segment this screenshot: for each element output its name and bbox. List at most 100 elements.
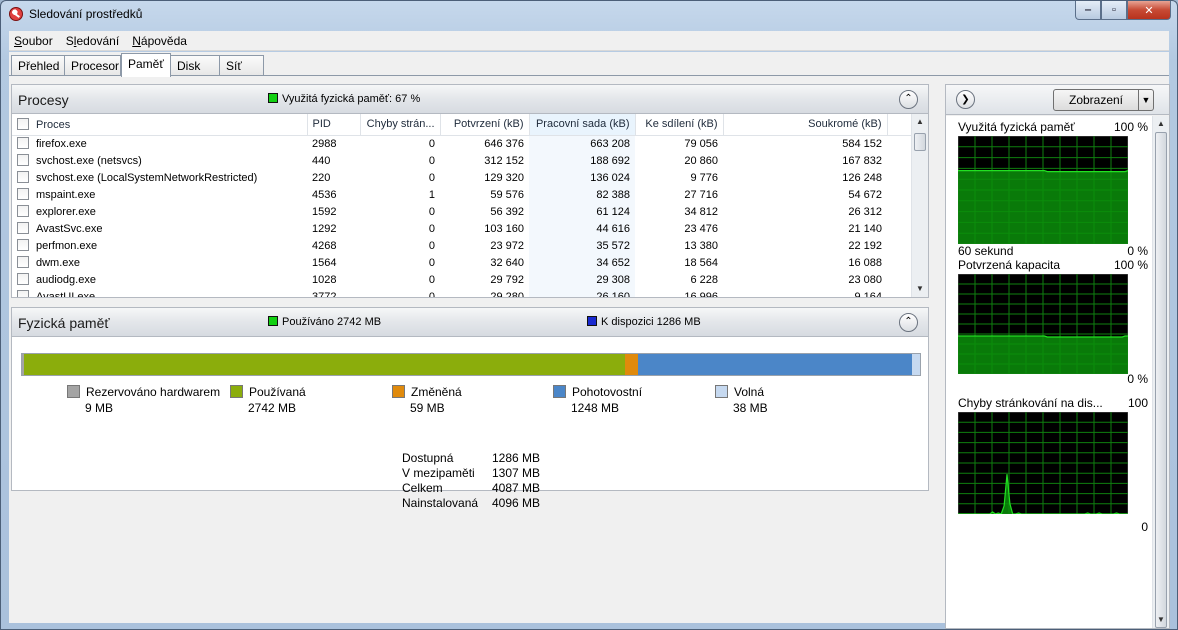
scroll-up-arrow[interactable]: ▲ (1153, 116, 1169, 132)
column-page-faults[interactable]: Chyby strán... (360, 114, 441, 136)
graph-min: 0 % (1127, 244, 1148, 258)
collapse-physical-button[interactable]: ⌃ (899, 313, 918, 332)
physical-memory-graph (958, 136, 1128, 244)
table-cell: 34 812 (684, 205, 718, 218)
row-checkbox[interactable] (17, 171, 29, 183)
tab-sit[interactable]: Síť (219, 55, 264, 76)
process-name: mspaint.exe (36, 189, 96, 201)
process-name: svchost.exe (netsvcs) (36, 155, 142, 167)
processes-header[interactable]: Procesy Využitá fyzická paměť: 67 % ⌃ (11, 84, 929, 114)
view-dropdown-arrow[interactable]: ▼ (1139, 89, 1154, 111)
process-name-cell[interactable]: svchost.exe (netsvcs) (12, 152, 307, 169)
process-name-cell[interactable]: dwm.exe (12, 254, 307, 271)
menu-soubor[interactable]: Soubor (9, 31, 58, 51)
process-name: firefox.exe (36, 138, 87, 151)
memory-bar-segment (638, 354, 912, 375)
menu-accel: N (132, 34, 141, 48)
legend-label: Volná (734, 385, 765, 399)
memory-stats: Dostupná 1286 MB V mezipaměti 1307 MB Celk… (402, 451, 540, 511)
collapse-processes-button[interactable]: ⌃ (899, 90, 918, 109)
table-cell: 35 572 (529, 237, 635, 254)
table-row[interactable]: dwm.exe 1564 0 32 640 34 652 18 564 16 088 (12, 254, 914, 271)
graph-max: 100 % (1113, 120, 1148, 134)
table-row[interactable]: svchost.exe (netsvcs) 440 0 312 152 188 692 2… (12, 152, 914, 169)
process-name-cell[interactable]: svchost.exe (LocalSystemNetworkRestricte… (12, 169, 307, 186)
table-cell: 6 228 (690, 273, 718, 286)
legend-value: 38 MB (733, 401, 768, 415)
column-shareable[interactable]: Ke sdílení (kB) (635, 114, 724, 136)
row-checkbox[interactable] (17, 239, 29, 251)
process-scrollbar[interactable]: ▲ ▼ (911, 114, 928, 297)
menu-sledovani[interactable]: Sledování (61, 31, 124, 51)
table-cell: 34 652 (529, 254, 635, 271)
row-checkbox[interactable] (17, 188, 29, 200)
tab-prehled[interactable]: Přehled (11, 55, 65, 76)
graph-area (958, 170, 1128, 244)
table-row[interactable]: mspaint.exe 4536 1 59 576 82 388 27 716 54 672 (12, 186, 914, 203)
physical-memory-panel: Rezervováno hardwarem 9 MB Používaná 274… (11, 337, 929, 510)
process-name: svchost.exe (LocalSystemNetworkRestricte… (36, 172, 258, 184)
menu-accel: S (14, 34, 23, 48)
table-row[interactable]: explorer.exe 1592 0 56 392 61 124 34 812 26 31… (12, 203, 914, 220)
physical-memory-header[interactable]: Fyzická paměť Používáno 2742 MB K dispoz… (11, 307, 929, 337)
process-name-cell[interactable]: firefox.exe (12, 135, 307, 152)
row-checkbox[interactable] (17, 256, 29, 268)
tab-procesor[interactable]: Procesor (64, 55, 121, 76)
process-name-cell[interactable]: AvastUI.exe (12, 288, 307, 297)
row-checkbox[interactable] (17, 290, 29, 297)
table-cell: 29 308 (529, 271, 635, 288)
minimize-button[interactable]: ‒ (1075, 1, 1101, 20)
table-cell: 61 124 (529, 203, 635, 220)
select-all-checkbox[interactable] (17, 117, 29, 130)
commit-charge-graph (958, 274, 1128, 374)
table-row[interactable]: AvastUI.exe 3772 0 29 280 26 160 16 996 9 164 (12, 288, 914, 298)
table-cell: 29 792 (490, 273, 524, 286)
view-button[interactable]: Zobrazení (1053, 89, 1139, 111)
close-button[interactable]: ✕ (1127, 1, 1171, 20)
process-name-cell[interactable]: mspaint.exe (12, 186, 307, 203)
menu-napoveda[interactable]: Nápověda (127, 31, 192, 51)
column-proces[interactable]: Proces (12, 114, 308, 136)
row-checkbox[interactable] (17, 154, 29, 166)
table-cell: 188 692 (529, 152, 635, 169)
column-working-set[interactable]: Pracovní sada (kB) (529, 114, 636, 136)
menu-label: oubor (22, 34, 53, 48)
tab-pamet[interactable]: Paměť (121, 53, 171, 77)
table-cell: 16 996 (684, 290, 718, 298)
expand-panel-button[interactable]: ❯ (956, 90, 975, 109)
maximize-button[interactable]: ▫ (1101, 1, 1127, 20)
title-bar: Sledování prostředků ‒ ▫ ✕ (1, 1, 1177, 29)
app-window: Sledování prostředků ‒ ▫ ✕ Soubor Sledov… (0, 0, 1178, 630)
process-name-cell[interactable]: AvastSvc.exe (12, 220, 307, 237)
processes-summary: Využitá fyzická paměť: 67 % (268, 93, 420, 105)
graph-panel-scrollbar[interactable]: ▲ ▼ (1152, 116, 1169, 628)
table-cell: 103 160 (484, 222, 524, 235)
table-row[interactable]: audiodg.exe 1028 0 29 792 29 308 6 228 23 080 (12, 271, 914, 288)
legend-label: Změněná (411, 385, 462, 399)
table-row[interactable]: perfmon.exe 4268 0 23 972 35 572 13 380 22 192 (12, 237, 914, 254)
table-row[interactable]: firefox.exe 2988 0 646 376 663 208 79 056 584 … (12, 135, 914, 152)
process-name-cell[interactable]: explorer.exe (12, 203, 307, 220)
column-commit[interactable]: Potvrzení (kB) (440, 114, 530, 136)
table-row[interactable]: svchost.exe (LocalSystemNetworkRestricte… (12, 169, 914, 186)
row-checkbox[interactable] (17, 137, 29, 150)
table-cell: 1564 (312, 256, 337, 269)
row-checkbox[interactable] (17, 205, 29, 217)
column-pid[interactable]: PID (307, 114, 361, 136)
row-checkbox[interactable] (17, 273, 29, 285)
tab-disk[interactable]: Disk (170, 55, 220, 76)
table-row[interactable]: AvastSvc.exe 1292 0 103 160 44 616 23 476 21 1… (12, 220, 914, 237)
scroll-thumb[interactable] (914, 133, 926, 151)
scroll-down-arrow[interactable]: ▼ (912, 281, 928, 297)
process-name-cell[interactable]: perfmon.exe (12, 237, 307, 254)
resource-monitor-icon (9, 7, 23, 21)
scroll-down-arrow[interactable]: ▼ (1153, 612, 1169, 628)
column-private[interactable]: Soukromé (kB) (723, 114, 888, 136)
scroll-thumb[interactable] (1155, 132, 1167, 628)
scroll-up-arrow[interactable]: ▲ (912, 114, 928, 130)
row-checkbox[interactable] (17, 222, 29, 234)
table-cell: 4536 (312, 188, 337, 201)
standby-swatch (553, 385, 566, 398)
process-name-cell[interactable]: audiodg.exe (12, 271, 307, 288)
table-cell: 0 (428, 154, 435, 167)
